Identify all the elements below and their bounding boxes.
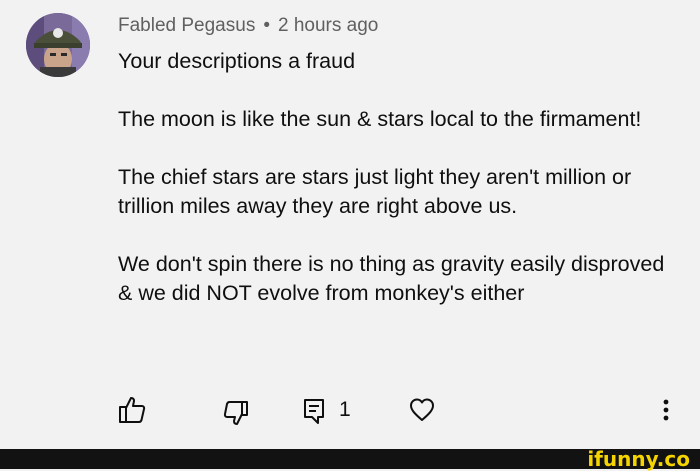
comment-paragraph: The chief stars are stars just light the… bbox=[118, 165, 632, 218]
heart-icon bbox=[409, 397, 435, 423]
comment-action-bar: 1 bbox=[0, 392, 700, 432]
comment-paragraph: We don't spin there is no thing as gravi… bbox=[118, 252, 665, 305]
reply-comment-icon bbox=[303, 395, 325, 425]
author-name[interactable]: Fabled Pegasus bbox=[118, 15, 255, 36]
comment-text: Your descriptions a fraud The moon is li… bbox=[118, 47, 678, 337]
reply-button[interactable]: 1 bbox=[303, 392, 351, 428]
comment-paragraph: Your descriptions a fraud bbox=[118, 49, 356, 73]
like-button[interactable] bbox=[118, 392, 146, 428]
avatar[interactable] bbox=[26, 13, 90, 77]
ifunny-watermark: ifunny.co bbox=[587, 447, 690, 471]
reply-count: 1 bbox=[339, 398, 351, 421]
thumbs-up-icon bbox=[118, 395, 146, 425]
thumbs-down-icon bbox=[223, 400, 249, 428]
dislike-button[interactable] bbox=[223, 396, 249, 432]
comment-paragraph: The moon is like the sun & stars local t… bbox=[118, 107, 642, 131]
more-options-button[interactable] bbox=[662, 392, 670, 428]
comment-meta: Fabled Pegasus • 2 hours ago bbox=[118, 15, 378, 37]
comment-timestamp[interactable]: 2 hours ago bbox=[278, 15, 378, 36]
heart-button[interactable] bbox=[409, 392, 435, 428]
footer-bar: ifunny.co bbox=[0, 449, 700, 469]
comment-card: Fabled Pegasus • 2 hours ago Your descript… bbox=[0, 0, 700, 449]
meta-separator: • bbox=[263, 15, 270, 36]
more-vertical-icon bbox=[662, 396, 670, 424]
